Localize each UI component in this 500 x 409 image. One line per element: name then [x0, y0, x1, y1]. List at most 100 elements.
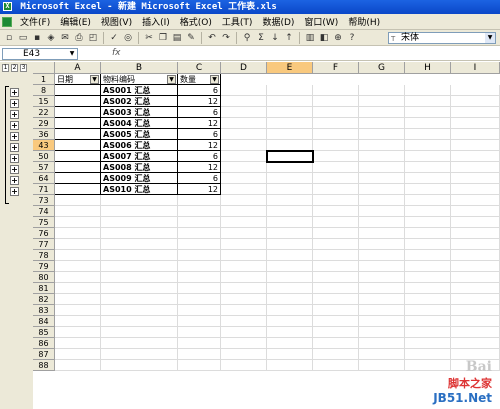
sort-descending-icon[interactable]: ↑	[283, 32, 295, 44]
cell-quantity[interactable]: 6	[178, 151, 221, 162]
cell[interactable]	[313, 195, 359, 206]
cell[interactable]	[101, 195, 178, 206]
cell[interactable]	[313, 250, 359, 261]
cell[interactable]	[359, 107, 405, 118]
cell[interactable]	[267, 360, 313, 371]
zoom-icon[interactable]: ⊕	[332, 32, 344, 44]
cell[interactable]	[313, 261, 359, 272]
cell[interactable]	[101, 283, 178, 294]
cell-quantity[interactable]: 12	[178, 140, 221, 151]
cell[interactable]	[178, 250, 221, 261]
cell-date[interactable]	[55, 162, 101, 173]
row-header[interactable]: 85	[33, 327, 55, 338]
expand-button[interactable]: +	[10, 121, 19, 130]
cell[interactable]	[178, 360, 221, 371]
cell[interactable]	[405, 140, 451, 151]
cell[interactable]	[267, 283, 313, 294]
cell-material-code[interactable]: AS003 汇总	[101, 107, 178, 118]
cell[interactable]	[359, 261, 405, 272]
cell[interactable]	[359, 173, 405, 184]
drawing-icon[interactable]: ◧	[318, 32, 330, 44]
cell[interactable]	[313, 96, 359, 107]
column-header-i[interactable]: I	[451, 62, 500, 74]
cell[interactable]	[405, 327, 451, 338]
cell[interactable]	[313, 283, 359, 294]
cell-date[interactable]	[55, 96, 101, 107]
row-header[interactable]: 22	[33, 107, 55, 118]
cell[interactable]	[221, 173, 267, 184]
cell[interactable]	[359, 85, 405, 96]
open-icon[interactable]: ▭	[17, 32, 29, 44]
cell[interactable]	[178, 272, 221, 283]
cell[interactable]	[313, 140, 359, 151]
menu-view[interactable]: 视图(V)	[96, 15, 137, 28]
cell[interactable]	[313, 239, 359, 250]
cell[interactable]	[313, 349, 359, 360]
cell[interactable]	[101, 206, 178, 217]
cell[interactable]	[359, 239, 405, 250]
column-header-g[interactable]: G	[359, 62, 405, 74]
cell[interactable]	[405, 162, 451, 173]
new-icon[interactable]: ▫	[3, 32, 15, 44]
cut-icon[interactable]: ✂	[143, 32, 155, 44]
row-header[interactable]: 64	[33, 173, 55, 184]
cell[interactable]	[313, 228, 359, 239]
cell[interactable]	[359, 151, 405, 162]
menu-edit[interactable]: 编辑(E)	[55, 15, 96, 28]
cell[interactable]	[178, 206, 221, 217]
row-header[interactable]: 74	[33, 206, 55, 217]
cell-material-code[interactable]: AS008 汇总	[101, 162, 178, 173]
cell[interactable]	[451, 195, 500, 206]
cell[interactable]	[101, 261, 178, 272]
cell[interactable]	[178, 349, 221, 360]
row-header[interactable]: 82	[33, 294, 55, 305]
cell[interactable]	[101, 228, 178, 239]
cell[interactable]	[267, 228, 313, 239]
cell[interactable]	[313, 173, 359, 184]
cell[interactable]	[313, 327, 359, 338]
column-header-a[interactable]: A	[55, 62, 101, 74]
cell[interactable]	[55, 316, 101, 327]
cell-material-code[interactable]: AS010 汇总	[101, 184, 178, 195]
excel-menu-icon[interactable]	[2, 16, 12, 27]
menu-file[interactable]: 文件(F)	[15, 15, 55, 28]
cell[interactable]	[451, 107, 500, 118]
cell[interactable]	[451, 283, 500, 294]
cell[interactable]	[405, 173, 451, 184]
column-header-c[interactable]: C	[178, 62, 221, 74]
menu-insert[interactable]: 插入(I)	[137, 15, 175, 28]
row-header[interactable]: 43	[33, 140, 55, 151]
cell-date[interactable]	[55, 151, 101, 162]
menu-data[interactable]: 数据(D)	[257, 15, 299, 28]
cell-quantity[interactable]: 12	[178, 118, 221, 129]
cell[interactable]	[451, 316, 500, 327]
cell[interactable]	[221, 151, 267, 162]
cell-date[interactable]	[55, 173, 101, 184]
cell[interactable]	[451, 96, 500, 107]
cell[interactable]	[221, 250, 267, 261]
cell[interactable]	[405, 239, 451, 250]
cell[interactable]	[267, 195, 313, 206]
cell-quantity[interactable]: 6	[178, 129, 221, 140]
chevron-down-icon[interactable]: ▼	[485, 33, 495, 43]
cell[interactable]	[359, 349, 405, 360]
cell[interactable]	[101, 338, 178, 349]
cell[interactable]	[451, 239, 500, 250]
cell[interactable]	[359, 305, 405, 316]
cell-date[interactable]	[55, 107, 101, 118]
cell[interactable]	[451, 250, 500, 261]
cell[interactable]	[451, 305, 500, 316]
row-header[interactable]: 57	[33, 162, 55, 173]
row-header[interactable]: 87	[33, 349, 55, 360]
cell-quantity[interactable]: 12	[178, 184, 221, 195]
cell[interactable]	[267, 305, 313, 316]
row-header[interactable]: 50	[33, 151, 55, 162]
cell[interactable]	[405, 184, 451, 195]
cell[interactable]	[313, 118, 359, 129]
cell[interactable]	[405, 195, 451, 206]
cell[interactable]	[313, 162, 359, 173]
cell-quantity[interactable]: 12	[178, 96, 221, 107]
expand-button[interactable]: +	[10, 165, 19, 174]
cell[interactable]	[405, 151, 451, 162]
cell[interactable]	[359, 338, 405, 349]
